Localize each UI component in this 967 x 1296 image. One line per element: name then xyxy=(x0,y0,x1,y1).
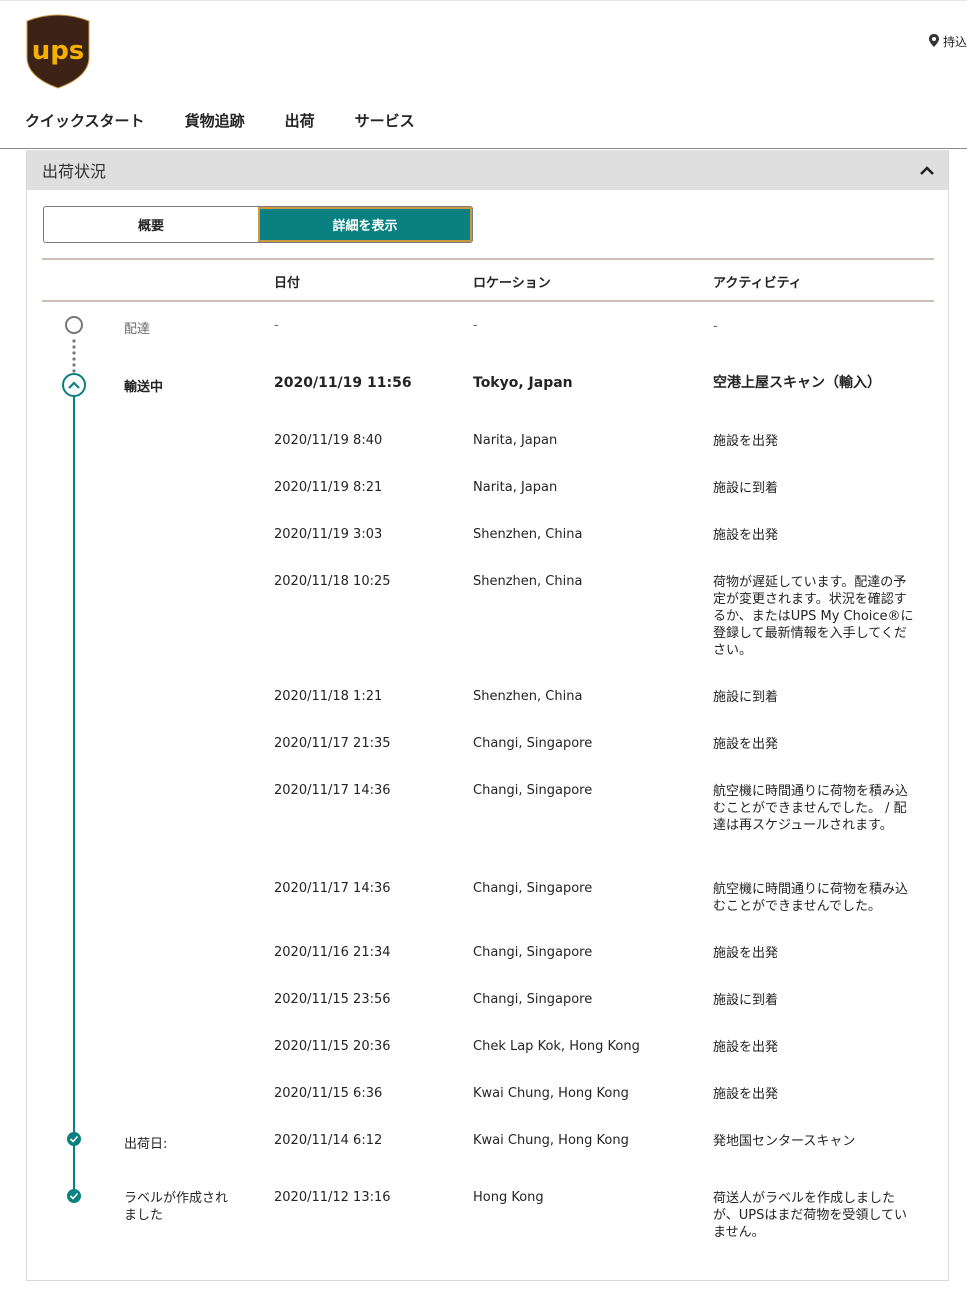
event-activity: 空港上屋スキャン（輸入） xyxy=(713,375,881,391)
event-location: Changi, Singapore xyxy=(473,945,593,960)
event-location: Chek Lap Kok, Hong Kong xyxy=(473,1039,640,1054)
top-border xyxy=(0,0,967,1)
event-location: Changi, Singapore xyxy=(473,881,593,896)
event-date: 2020/11/17 14:36 xyxy=(274,881,391,896)
event-activity: 施設を出発 xyxy=(713,1087,779,1102)
check-circle-icon xyxy=(67,1189,81,1203)
event-activity: 施設に到着 xyxy=(713,993,779,1008)
ups-logo[interactable]: ups xyxy=(25,11,91,89)
location-link[interactable]: 持込 xyxy=(928,33,967,50)
event-date: 2020/11/14 6:12 xyxy=(274,1133,383,1148)
header-divider xyxy=(0,148,967,149)
event-activity: 施設を出発 xyxy=(713,1040,779,1055)
check-circle-icon xyxy=(67,1132,81,1146)
event-activity: 航空機に時間通りに荷物を積み込むことができませんでした。 / 配達は再スケジュー… xyxy=(713,784,909,833)
event-activity: 発地国センタースキャン xyxy=(713,1134,856,1149)
event-activity: 施設を出発 xyxy=(713,528,779,543)
event-activity: 航空機に時間通りに荷物を積み込むことができませんでした。 xyxy=(713,882,909,914)
event-location: Changi, Singapore xyxy=(473,783,593,798)
event-activity: 施設を出発 xyxy=(713,946,779,961)
status-label: 出荷日: xyxy=(124,1137,168,1152)
event-location: Shenzhen, China xyxy=(473,527,583,542)
nav-services[interactable]: サービス xyxy=(355,110,415,131)
event-date: - xyxy=(274,318,279,333)
event-date: 2020/11/15 6:36 xyxy=(274,1086,383,1101)
event-date: 2020/11/19 3:03 xyxy=(274,527,383,542)
event-location: Shenzhen, China xyxy=(473,689,583,704)
event-activity: 施設を出発 xyxy=(713,434,779,449)
circle-empty-icon xyxy=(65,316,83,334)
event-location: Narita, Japan xyxy=(473,433,558,448)
event-date: 2020/11/17 21:35 xyxy=(274,736,391,751)
event-date: 2020/11/17 14:36 xyxy=(274,783,391,798)
status-label: ラベルが作成されました xyxy=(124,1191,229,1223)
event-location: Tokyo, Japan xyxy=(473,375,573,391)
event-location: Changi, Singapore xyxy=(473,992,593,1007)
event-date: 2020/11/15 23:56 xyxy=(274,992,391,1007)
event-activity: 施設に到着 xyxy=(713,690,779,705)
event-activity: 荷送人がラベルを作成しましたが、UPSはまだ荷物を受領していません。 xyxy=(713,1191,907,1240)
status-label: 配達 xyxy=(124,322,151,337)
event-date: 2020/11/12 13:16 xyxy=(274,1190,391,1205)
event-date: 2020/11/16 21:34 xyxy=(274,945,391,960)
dotted-connector xyxy=(72,339,76,373)
event-date: 2020/11/18 10:25 xyxy=(274,574,391,589)
main-nav: クイックスタート 貨物追跡 出荷 サービス xyxy=(25,110,455,131)
event-date: 2020/11/18 1:21 xyxy=(274,689,383,704)
event-location: Hong Kong xyxy=(473,1190,544,1205)
event-date: 2020/11/19 11:56 xyxy=(274,375,412,391)
event-activity: - xyxy=(713,319,718,334)
event-location: Changi, Singapore xyxy=(473,736,593,751)
status-label: 輸送中 xyxy=(124,380,164,395)
logo-text: ups xyxy=(32,36,85,66)
nav-quickstart[interactable]: クイックスタート xyxy=(25,110,145,131)
event-location: Kwai Chung, Hong Kong xyxy=(473,1133,629,1148)
current-status-icon xyxy=(62,373,86,397)
nav-tracking[interactable]: 貨物追跡 xyxy=(185,110,245,131)
event-location: Kwai Chung, Hong Kong xyxy=(473,1086,629,1101)
event-activity: 施設を出発 xyxy=(713,737,779,752)
location-label: 持込 xyxy=(942,35,967,49)
event-location: Shenzhen, China xyxy=(473,574,583,589)
event-location: - xyxy=(473,318,478,333)
shipment-progress-panel: 出荷状況 概要 詳細を表示 日付 ロケーション アクティビティ 配達 - - -… xyxy=(26,150,949,1281)
event-activity: 施設に到着 xyxy=(713,481,779,496)
event-date: 2020/11/19 8:40 xyxy=(274,433,383,448)
event-date: 2020/11/15 20:36 xyxy=(274,1039,391,1054)
event-activity: 荷物が遅延しています。配達の予定が変更されます。状況を確認するか、またはUPS … xyxy=(713,575,914,658)
event-date: 2020/11/19 8:21 xyxy=(274,480,383,495)
map-pin-icon xyxy=(928,33,939,50)
nav-shipping[interactable]: 出荷 xyxy=(285,110,315,131)
event-location: Narita, Japan xyxy=(473,480,558,495)
